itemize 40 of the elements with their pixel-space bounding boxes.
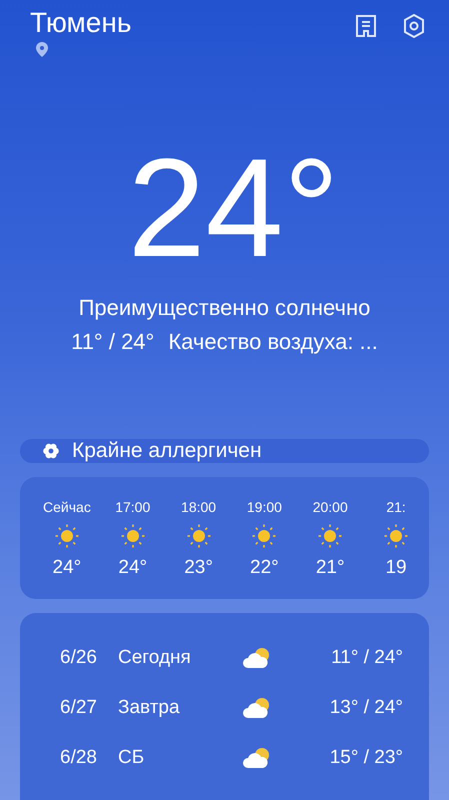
sun-icon xyxy=(54,523,80,549)
current-temperature: 24° xyxy=(126,133,340,283)
hour-time: Сейчас xyxy=(43,499,91,515)
day-date: 6/27 xyxy=(60,697,98,719)
day-temperature-range: 15° / 23° xyxy=(330,747,403,769)
city-name: Тюмень xyxy=(30,6,132,40)
sun-icon xyxy=(186,523,212,549)
hour-time: 18:00 xyxy=(181,499,216,515)
hour-temperature: 23° xyxy=(184,557,213,579)
day-name: СБ xyxy=(118,747,146,769)
hour-temperature: 24° xyxy=(52,557,82,579)
flower-icon xyxy=(42,442,60,460)
day-date: 6/26 xyxy=(60,647,98,669)
day-name: Сегодня xyxy=(118,647,192,669)
hour-temperature: 24° xyxy=(118,557,148,579)
day-date: 6/28 xyxy=(60,747,98,769)
sun-icon xyxy=(251,523,278,549)
day-name: Завтра xyxy=(118,697,181,719)
hour-time: 17:00 xyxy=(115,499,150,515)
hour-time: 21: xyxy=(386,499,406,515)
hour-time: 20:00 xyxy=(312,499,348,515)
hour-temperature: 22° xyxy=(250,557,279,579)
cloud-sun-icon xyxy=(242,647,270,669)
sun-icon xyxy=(317,523,344,549)
day-temperature-range: 11° / 24° xyxy=(331,647,403,669)
weather-condition: Преимущественно солнечно xyxy=(78,295,370,321)
air-quality[interactable]: Качество воздуха: ... xyxy=(168,329,378,355)
hour-temperature: 21° xyxy=(316,557,345,579)
document-icon[interactable] xyxy=(355,14,377,38)
sun-icon xyxy=(383,523,410,549)
allergy-banner[interactable]: Крайне аллергичен xyxy=(20,439,429,463)
day-temperature-range: 13° / 24° xyxy=(330,697,403,719)
cloud-sun-icon xyxy=(242,697,270,719)
cloud-sun-icon xyxy=(242,747,270,769)
hour-temperature: 19 xyxy=(385,557,407,579)
settings-icon[interactable] xyxy=(403,14,425,38)
location-pin-icon xyxy=(36,42,48,57)
temperature-range: 11° / 24° xyxy=(71,329,154,355)
sun-icon xyxy=(120,523,146,549)
hour-time: 19:00 xyxy=(246,499,282,515)
